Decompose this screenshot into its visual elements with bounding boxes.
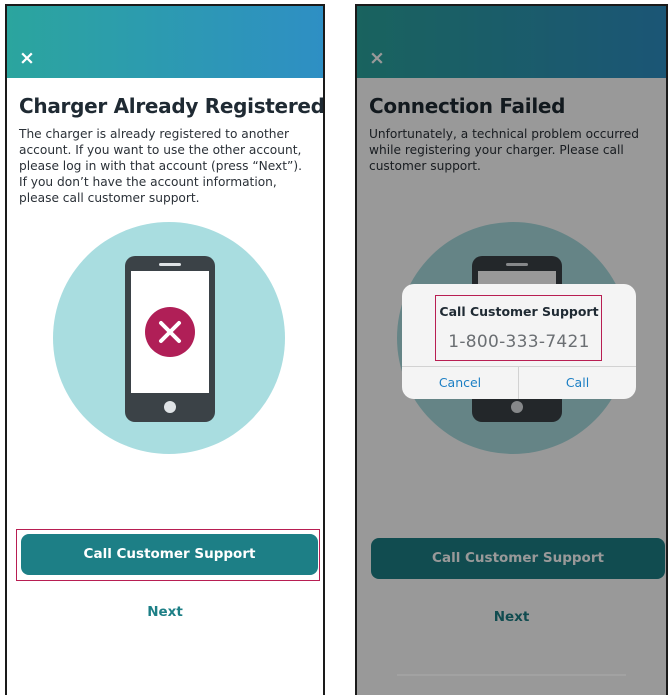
close-icon[interactable]: × [17, 48, 37, 68]
phone-illustration-icon [125, 256, 215, 422]
home-indicator [397, 674, 626, 676]
header-bar: × [7, 6, 323, 78]
phone-speaker [159, 263, 181, 266]
cancel-button[interactable]: Cancel [402, 366, 518, 399]
call-customer-support-button[interactable]: Call Customer Support [21, 534, 318, 575]
connection-failed-screen: × Connection Failed Unfortunately, a tec… [355, 4, 668, 695]
call-button[interactable]: Call [519, 366, 636, 399]
description-text: The charger is already registered to ano… [19, 127, 302, 205]
page-title: Charger Already Registered [19, 94, 325, 118]
phone-screen [131, 271, 209, 393]
phone-number: 1-800-333-7421 [448, 332, 590, 352]
dialog-title: Call Customer Support [439, 304, 599, 319]
error-x-icon [145, 307, 195, 357]
next-link[interactable]: Next [7, 604, 323, 620]
charger-registered-screen: × Charger Already Registered The charger… [5, 4, 325, 695]
call-support-dialog: Call Customer Support 1-800-333-7421 Can… [402, 284, 636, 399]
phone-home-button [164, 401, 176, 413]
